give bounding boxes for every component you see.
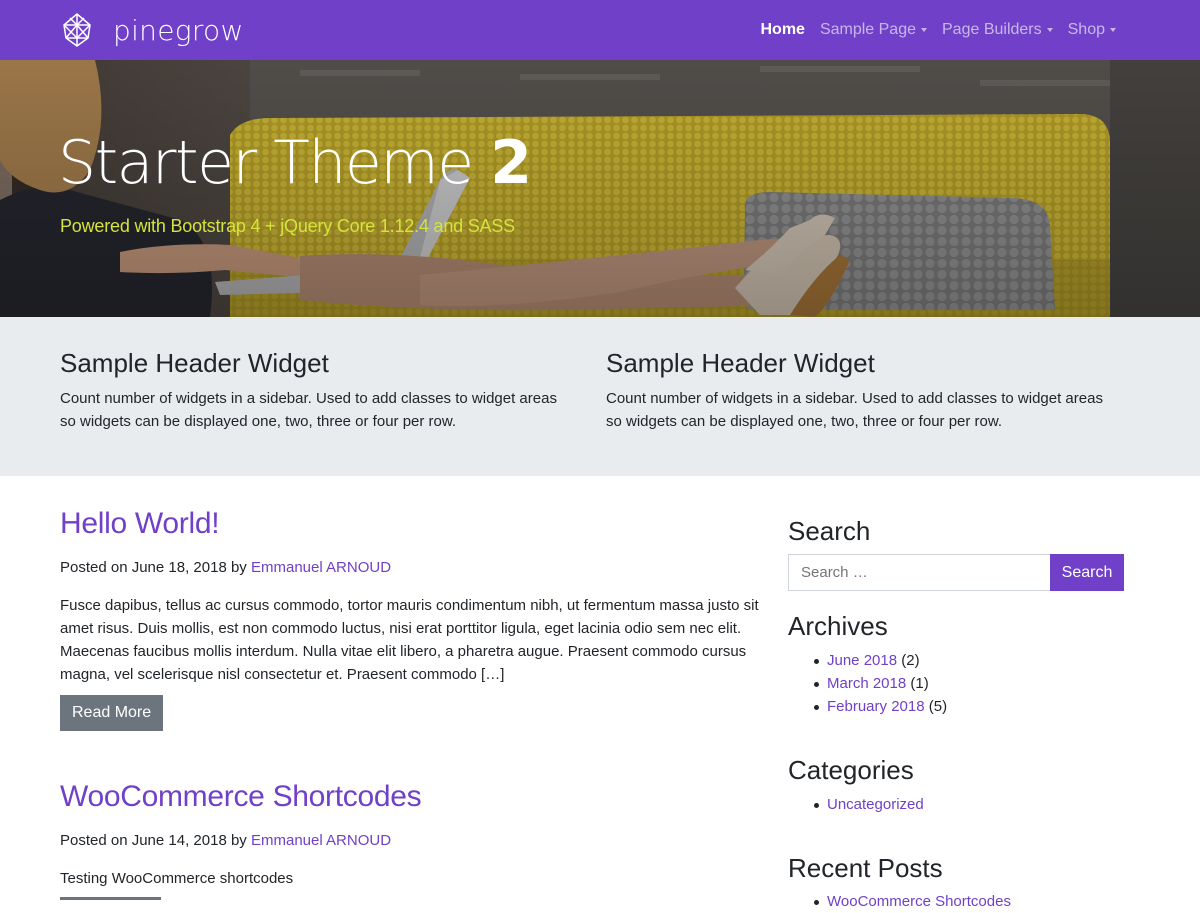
- list-item: WooCommerce Shortcodes: [788, 890, 1011, 913]
- widget-title: Sample Header Widget: [60, 348, 329, 378]
- post-title-link[interactable]: Hello World!: [60, 505, 760, 543]
- pinecone-logo-icon: [63, 13, 91, 47]
- post-meta: Posted on June 14, 2018 by Emmanuel ARNO…: [60, 831, 760, 851]
- post-excerpt: Testing WooCommerce shortcodes: [60, 870, 294, 887]
- archive-count: (1): [910, 675, 929, 692]
- list-item: February 2018 (5): [788, 695, 947, 718]
- widget-title: Sample Header Widget: [606, 348, 875, 378]
- post-article: Hello World! Posted on June 18, 2018 by …: [60, 505, 760, 686]
- read-more-button[interactable]: Read More: [60, 695, 164, 731]
- brand-link[interactable]: pinegrow: [60, 10, 244, 50]
- search-widget-title: Search: [788, 516, 871, 546]
- categories-list: Uncategorized: [788, 793, 924, 816]
- category-link[interactable]: Uncategorized: [827, 796, 924, 813]
- search-button[interactable]: Search: [1050, 554, 1124, 591]
- main-nav: Home Sample Page Page Builders Shop: [760, 0, 1116, 60]
- caret-down-icon: [1110, 28, 1116, 32]
- archive-count: (2): [901, 652, 920, 669]
- widget-text: Count number of widgets in a sidebar. Us…: [60, 390, 557, 430]
- recent-post-link[interactable]: WooCommerce Shortcodes: [827, 893, 1011, 910]
- nav-item-home[interactable]: Home: [760, 21, 804, 39]
- nav-label: Sample Page: [819, 21, 916, 38]
- search-input[interactable]: [788, 554, 1051, 591]
- header-widget: Sample Header Widget Count number of wid…: [60, 345, 560, 433]
- post-title-link[interactable]: WooCommerce Shortcodes: [60, 778, 760, 816]
- header-widget: Sample Header Widget Count number of wid…: [606, 345, 1106, 433]
- categories-widget-title: Categories: [788, 755, 914, 785]
- hero-title-bold: 2: [490, 128, 532, 198]
- top-navbar: pinegrow Home Sample Page Page Builders …: [0, 0, 1200, 60]
- hero-banner: Starter Theme 2 Powered with Bootstrap 4…: [0, 60, 1200, 317]
- nav-label: Home: [760, 21, 805, 38]
- archives-widget-title: Archives: [788, 611, 888, 641]
- recent-posts-list: WooCommerce Shortcodes: [788, 890, 1011, 913]
- archive-link[interactable]: February 2018: [827, 698, 925, 715]
- nav-item-page-builders[interactable]: Page Builders: [942, 21, 1053, 39]
- caret-down-icon: [921, 28, 927, 32]
- archive-count: (5): [928, 698, 948, 715]
- post-date: Posted on June 18, 2018 by: [60, 559, 247, 576]
- post-author-link[interactable]: Emmanuel ARNOUD: [251, 832, 391, 849]
- nav-label: Page Builders: [942, 21, 1042, 38]
- caret-down-icon: [1046, 28, 1053, 32]
- post-meta: Posted on June 18, 2018 by Emmanuel ARNO…: [60, 558, 760, 578]
- post-excerpt: Fusce dapibus, tellus ac cursus commodo,…: [60, 597, 759, 683]
- nav-label: Shop: [1067, 21, 1105, 38]
- post-date: Posted on June 14, 2018 by: [60, 832, 247, 849]
- archive-link[interactable]: March 2018: [827, 675, 906, 692]
- hero-title: Starter Theme 2: [58, 128, 532, 198]
- recent-posts-widget-title: Recent Posts: [788, 853, 943, 883]
- widget-text: Count number of widgets in a sidebar. Us…: [606, 390, 1103, 430]
- list-item: June 2018 (2): [788, 649, 947, 672]
- post-author-link[interactable]: Emmanuel ARNOUD: [251, 559, 391, 576]
- archives-list: June 2018 (2) March 2018 (1) February 20…: [788, 649, 947, 718]
- brand-name: pinegrow: [113, 13, 244, 47]
- list-item: Uncategorized: [788, 793, 924, 816]
- nav-item-shop[interactable]: Shop: [1068, 21, 1116, 39]
- post-article: WooCommerce Shortcodes Posted on June 14…: [60, 778, 760, 890]
- hero-title-light: Starter Theme: [58, 128, 474, 198]
- nav-item-sample-page[interactable]: Sample Page: [820, 21, 927, 39]
- header-widgets: Sample Header Widget Count number of wid…: [0, 317, 1200, 476]
- list-item: March 2018 (1): [788, 672, 947, 695]
- hero-subtitle: Powered with Bootstrap 4 + jQuery Core 1…: [60, 216, 515, 236]
- archive-link[interactable]: June 2018: [827, 652, 897, 669]
